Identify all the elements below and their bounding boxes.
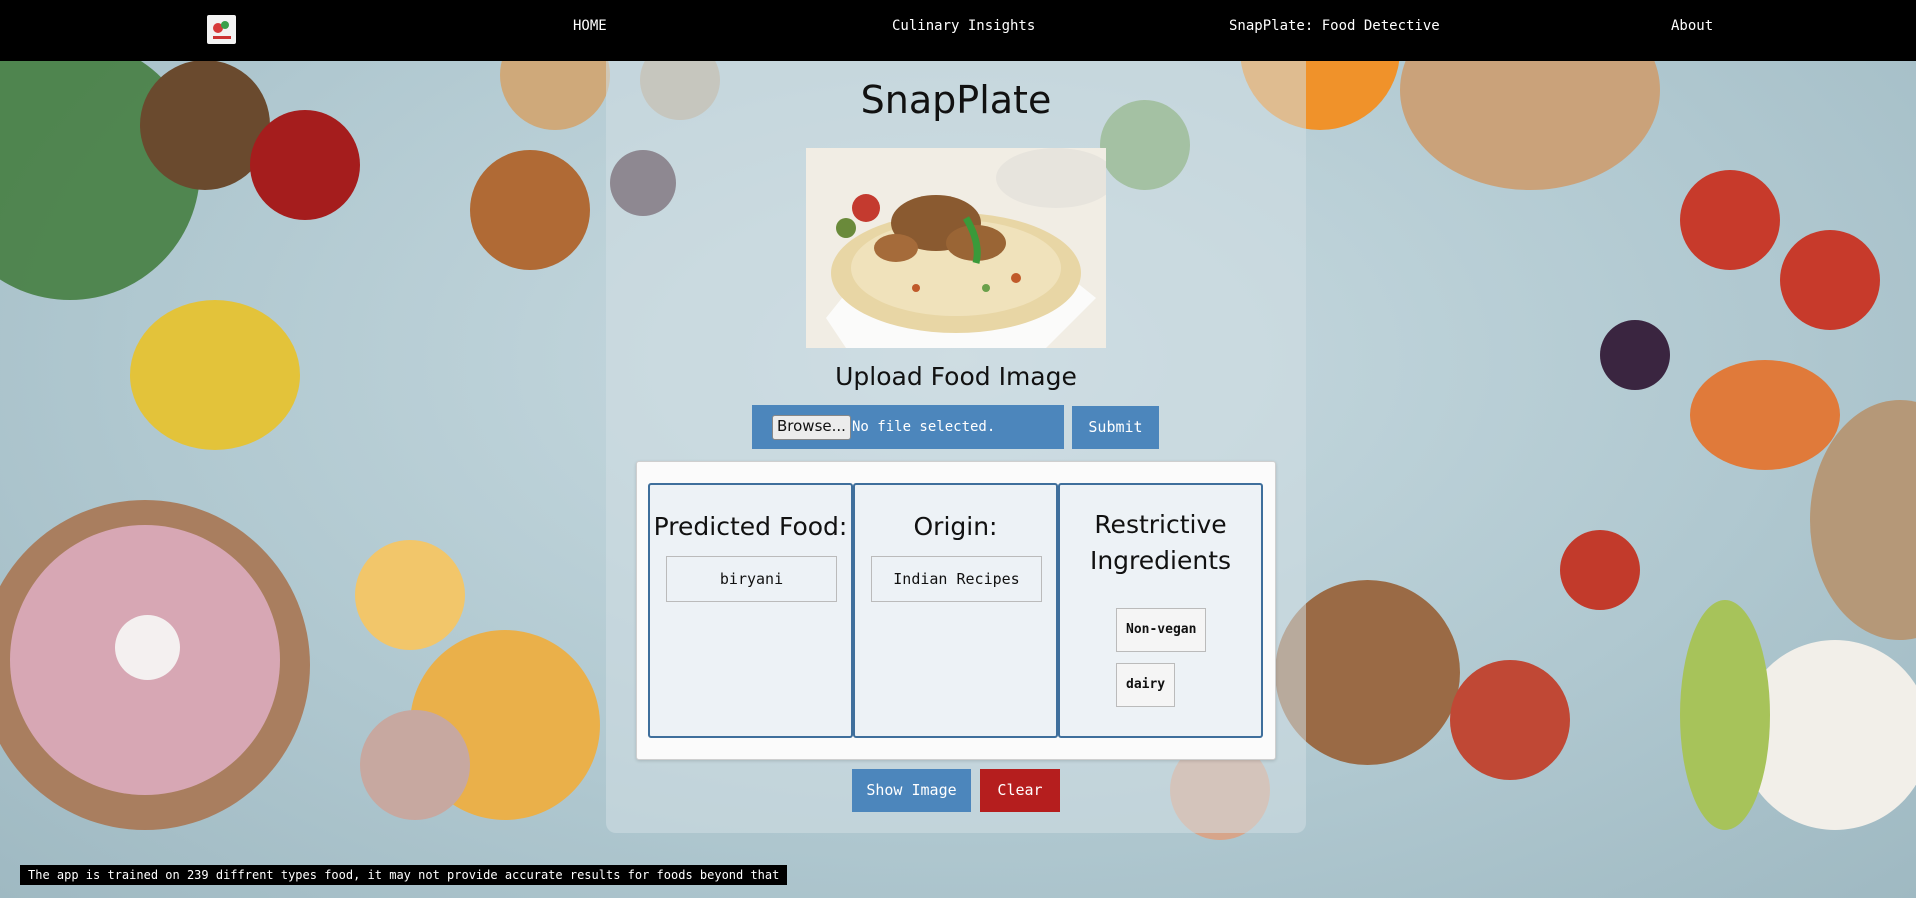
ingredient-tag: Non-vegan [1116, 608, 1207, 652]
predicted-food-heading: Predicted Food: [653, 512, 848, 541]
uploaded-food-image [806, 148, 1106, 348]
predicted-food-card: Predicted Food: biryani [648, 483, 853, 738]
ingredient-tag: dairy [1116, 663, 1176, 707]
nav-culinary-insights[interactable]: Culinary Insights [892, 18, 1035, 34]
page-title: SnapPlate [860, 78, 1052, 122]
clear-button[interactable]: Clear [980, 769, 1060, 812]
top-nav: HOME Culinary Insights SnapPlate: Food D… [0, 0, 1916, 61]
nav-about[interactable]: About [1671, 18, 1713, 34]
submit-button[interactable]: Submit [1072, 406, 1159, 449]
file-status-text: No file selected. [852, 419, 996, 435]
origin-value: Indian Recipes [871, 556, 1042, 602]
upload-food-image-label: Upload Food Image [835, 362, 1077, 391]
show-image-button[interactable]: Show Image [852, 769, 971, 812]
results-card: Predicted Food: biryani Origin: Indian R… [636, 461, 1276, 760]
nav-snapplate-food-detective[interactable]: SnapPlate: Food Detective [1229, 18, 1440, 34]
restrictive-ingredients-card: Restrictive Ingredients Non-vegan dairy [1058, 483, 1263, 738]
file-input[interactable]: Browse... No file selected. [752, 405, 1064, 449]
predicted-food-value: biryani [666, 556, 837, 602]
nav-home[interactable]: HOME [573, 18, 607, 34]
restrictive-ingredients-heading: Restrictive Ingredients [1089, 510, 1232, 575]
disclaimer-banner: The app is trained on 239 diffrent types… [20, 865, 788, 885]
origin-card: Origin: Indian Recipes [853, 483, 1058, 738]
browse-button[interactable]: Browse... [772, 415, 851, 440]
snapplate-logo-icon[interactable] [207, 15, 236, 44]
origin-heading: Origin: [913, 512, 998, 541]
